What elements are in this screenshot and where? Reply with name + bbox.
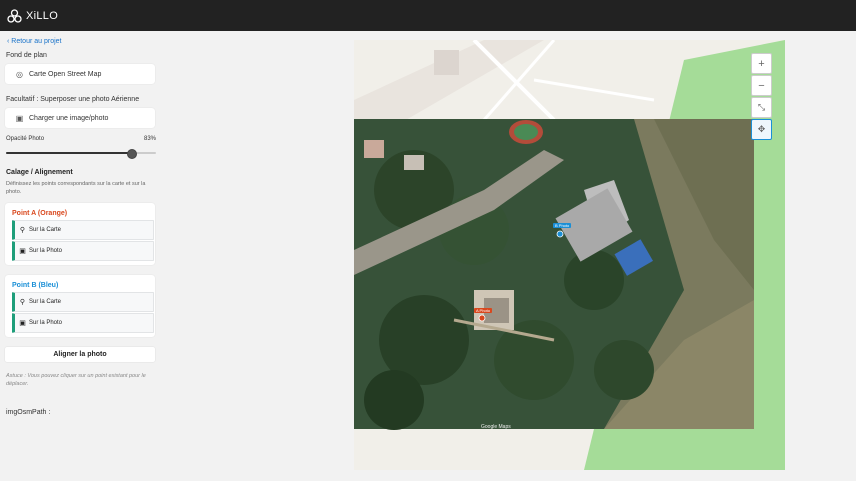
point-a-card: Point A (Orange) ⚲ Sur la Carte ▣ Sur la… [5, 203, 155, 265]
app-name: XiLLO [26, 9, 59, 22]
map-layer [354, 40, 785, 470]
point-b-photo-label: Sur la Photo [29, 320, 63, 326]
calibration-description: Définissez les points correspondants sur… [6, 181, 146, 195]
image-icon: ▣ [15, 113, 24, 123]
collapse-button[interactable]: ⤡ [751, 97, 772, 118]
point-a-map-label: Sur la Carte [29, 227, 62, 233]
back-link-label: Retour au projet [11, 38, 62, 45]
slider-fill [6, 152, 131, 154]
map-pin-icon: ⚲ [19, 299, 26, 306]
move-button[interactable]: ✥ [751, 119, 772, 140]
sidebar: ‹ Retour au projet Fond de plan ◎ Carte … [0, 31, 163, 481]
map-pin-icon: ⚲ [19, 227, 26, 234]
map-attribution: Google Maps [481, 424, 511, 430]
app-header: XiLLO [0, 0, 856, 31]
zoom-out-button[interactable]: − [751, 75, 772, 96]
triskelion-logo-icon [7, 8, 22, 23]
point-b-map-label: Sur la Carte [29, 299, 62, 305]
upload-image-button[interactable]: ▣ Charger une image/photo [5, 108, 155, 128]
optional-photo-label: Facultatif : Superposer une photo Aérien… [6, 96, 140, 103]
back-link[interactable]: ‹ Retour au projet [7, 38, 61, 45]
point-b-map-button[interactable]: ⚲ Sur la Carte [12, 292, 154, 312]
basemap-button-label: Carte Open Street Map [29, 70, 102, 78]
hint-text: Astuce : Vous pouvez cliquer sur un poin… [6, 373, 146, 387]
compass-icon: ◎ [16, 69, 23, 79]
marker-a-icon [478, 314, 486, 322]
opacity-value: 83% [144, 136, 157, 142]
align-photo-button[interactable]: Aligner la photo [5, 347, 155, 362]
marker-b-icon [556, 230, 564, 238]
opacity-label: Opacité Photo [6, 136, 45, 142]
basemap-button[interactable]: ◎ Carte Open Street Map [5, 64, 155, 84]
aerial-photo-overlay [354, 119, 754, 430]
point-b-card: Point B (Bleu) ⚲ Sur la Carte ▣ Sur la P… [5, 275, 155, 337]
image-icon: ▣ [19, 320, 26, 327]
point-a-map-button[interactable]: ⚲ Sur la Carte [12, 220, 154, 240]
point-b-title: Point B (Bleu) [12, 282, 59, 289]
point-a-photo-label: Sur la Photo [29, 248, 63, 254]
zoom-out-icon: − [758, 79, 765, 92]
collapse-arrows-icon: ⤡ [757, 102, 766, 112]
marker-b-label[interactable]: B Photo [553, 223, 572, 228]
zoom-in-button[interactable]: + [751, 53, 772, 74]
opacity-slider[interactable] [6, 149, 156, 159]
upload-image-label: Charger une image/photo [29, 114, 109, 122]
point-a-title: Point A (Orange) [12, 210, 68, 217]
slider-thumb[interactable] [126, 149, 137, 159]
point-b-photo-button[interactable]: ▣ Sur la Photo [12, 313, 154, 333]
move-arrows-icon: ✥ [757, 124, 766, 134]
calibration-title: Calage / Alignement [6, 169, 73, 176]
app-logo[interactable]: XiLLO [7, 8, 59, 23]
image-icon: ▣ [19, 248, 26, 255]
img-osm-path-label: imgOsmPath : [6, 409, 51, 416]
point-a-photo-button[interactable]: ▣ Sur la Photo [12, 241, 154, 261]
basemap-label: Fond de plan [6, 52, 47, 59]
map-canvas[interactable]: B Photo A Photo Google Maps + − ⤡ ✥ [354, 40, 785, 470]
marker-a-label[interactable]: A Photo [474, 308, 493, 313]
zoom-in-icon: + [758, 57, 765, 70]
